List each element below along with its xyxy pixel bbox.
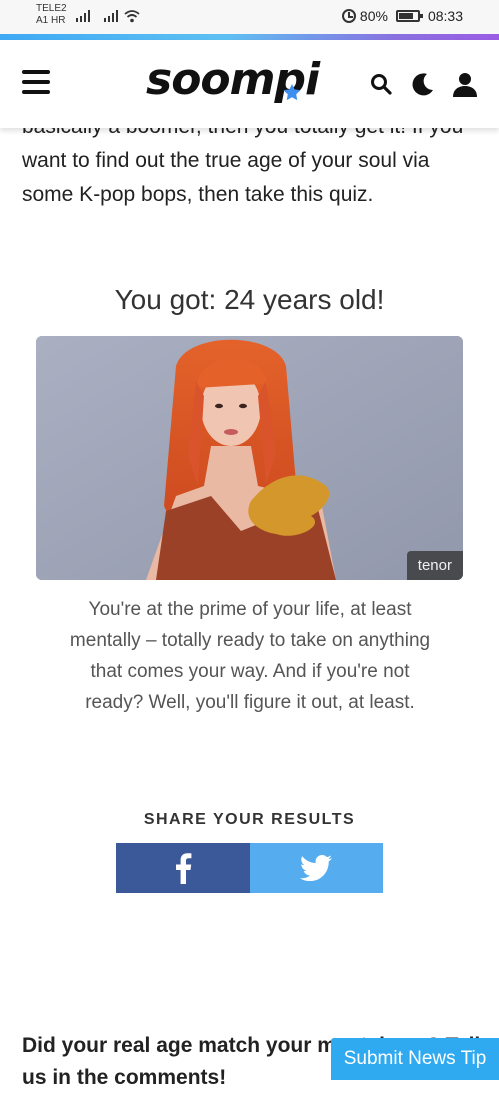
share-buttons [116, 843, 383, 893]
site-header: soompi [0, 40, 499, 128]
header-actions [367, 70, 479, 98]
quiz-result-title: You got: 24 years old! [114, 284, 385, 315]
result-gif[interactable]: tenor [36, 336, 463, 580]
result-gif-illustration [36, 336, 463, 580]
status-bar: TELE2 A1 HR 80% 08:33 [0, 0, 499, 34]
battery-percent: 80% [359, 8, 388, 24]
battery-icon [395, 10, 423, 22]
carrier-line-1: TELE2 [36, 3, 67, 14]
menu-icon[interactable] [22, 70, 50, 94]
share-results-heading: SHARE YOUR RESULTS [143, 811, 356, 828]
facebook-icon [175, 853, 192, 884]
twitter-icon [300, 855, 333, 881]
signal-icon [76, 10, 92, 22]
wifi-icon [124, 10, 140, 23]
carrier-label: TELE2 A1 HR [36, 3, 67, 27]
tenor-badge: tenor [406, 551, 463, 580]
carrier-line-2: A1 HR [36, 15, 66, 26]
clock-time: 08:33 [427, 8, 463, 24]
twitter-share-button[interactable] [249, 843, 383, 893]
search-icon[interactable] [367, 70, 395, 98]
quiz-result-description: You're at the prime of your life, at lea… [69, 599, 431, 713]
alarm-icon [341, 9, 356, 23]
user-icon[interactable] [451, 70, 479, 98]
facebook-share-button[interactable] [116, 843, 250, 893]
moon-icon[interactable] [409, 70, 437, 98]
signal-icon [104, 10, 120, 22]
submit-news-tip-button[interactable]: Submit News Tip [331, 1038, 499, 1080]
soompi-logo[interactable]: soompi [142, 50, 328, 112]
status-right-group: 80% 08:33 [341, 8, 463, 24]
